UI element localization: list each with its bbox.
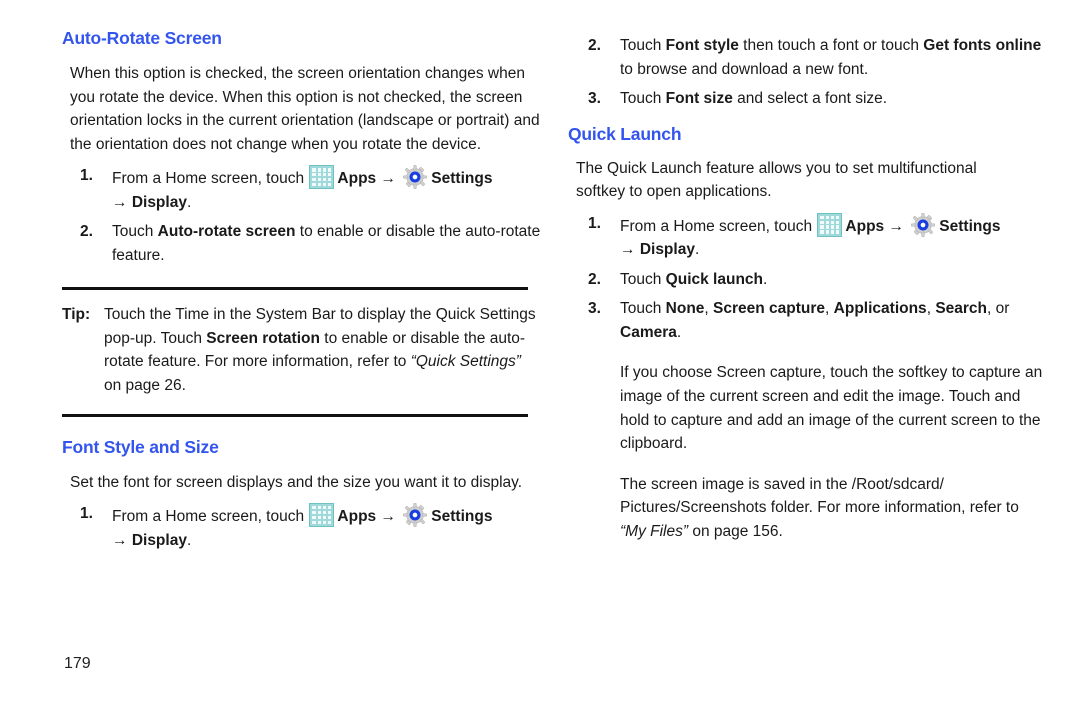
tip-rule-top [62,287,528,291]
para2-post: on page 156. [688,522,783,540]
list-font-style-steps-continued: 2. Touch Font style then touch a font or… [568,34,1048,111]
arrow-icon: → [620,241,636,259]
font-style-label: Font style [665,37,739,54]
font-size-label: Font size [665,90,733,108]
list-marker: 1. [80,505,93,523]
settings-gear-icon[interactable] [910,212,936,238]
sep-5: . [676,323,682,341]
arrow-icon: → [376,170,401,188]
step-text-3: to browse and download a new font. [620,60,869,78]
list-marker: 1. [588,214,601,232]
option-none: None [665,300,705,318]
display-label: Display [131,193,187,211]
arrow-icon: → [112,531,128,549]
list-item: 2. Touch Font style then touch a font or… [568,34,1048,81]
sep-1: , [704,300,714,318]
step-text-2: . [763,270,768,288]
step-text-2: and select a font size. [732,90,888,108]
tip-label: Tip: [62,306,91,324]
paragraph-font-style-intro: Set the font for screen displays and the… [70,473,523,491]
list-quick-launch-steps: 1. From a Home screen, touch Apps → Sett… [568,212,1048,345]
arrow-icon: → [376,508,401,526]
my-files-reference: “My Files” [620,522,689,540]
page-number: 179 [64,655,91,672]
screen-rotation-label: Screen rotation [206,329,320,347]
paragraph-screenshot-location: The screen image is saved in the /Root/s… [620,473,1048,544]
sep-2: , [825,300,834,318]
right-column: 2. Touch Font style then touch a font or… [568,0,1048,543]
heading-font-style-and-size: Font Style and Size [62,436,219,457]
apps-grid-icon[interactable] [817,212,843,237]
list-marker: 2. [80,223,93,241]
tip-rule-bottom [62,413,528,417]
display-label: Display [639,241,695,259]
option-camera: Camera [620,323,677,341]
tip-block: Tip: Touch the Time in the System Bar to… [62,303,542,397]
settings-label: Settings [431,170,493,188]
apps-label: Apps [845,217,885,235]
apps-grid-icon[interactable] [309,503,335,528]
list-marker: 1. [80,167,93,185]
list-auto-rotate-steps: 1. From a Home screen, touch Apps → Sett… [62,164,542,267]
sep-4: , or [987,300,1010,318]
arrow-icon: → [112,193,128,211]
quick-settings-reference: “Quick Settings” [410,353,521,371]
manual-page: Auto-Rotate Screen When this option is c… [0,0,1080,720]
paragraph-quick-launch-intro: The Quick Launch feature allows you to s… [576,159,977,201]
display-label: Display [131,531,187,549]
settings-gear-icon[interactable] [402,164,428,190]
step-text-pre: Touch [112,223,158,241]
para2-pre: The screen image is saved in the /Root/s… [620,475,1019,517]
period: . [694,241,700,259]
settings-label: Settings [939,217,1001,235]
left-column: Auto-Rotate Screen When this option is c… [62,0,542,554]
list-marker: 2. [588,270,601,288]
option-screen-capture: Screen capture [713,300,826,318]
get-fonts-online-label: Get fonts online [923,37,1042,54]
paragraph-auto-rotate-intro: When this option is checked, the screen … [70,65,540,153]
list-item: 3. Touch None, Screen capture, Applicati… [568,297,1048,344]
step-text-1: Touch [620,37,666,54]
list-marker: 3. [588,300,601,318]
step-text: From a Home screen, touch [112,508,309,526]
list-item: 1. From a Home screen, touch Apps → Sett… [568,212,1048,262]
auto-rotate-screen-label: Auto-rotate screen [157,223,296,241]
list-item: 1. From a Home screen, touch Apps → Sett… [62,164,542,214]
step-text: From a Home screen, touch [112,170,309,188]
arrow-icon: → [884,217,909,235]
heading-quick-launch: Quick Launch [568,123,682,144]
list-item: 2. Touch Auto-rotate screen to enable or… [62,220,542,267]
period: . [186,531,192,549]
list-marker: 2. [588,37,601,54]
heading-auto-rotate-screen: Auto-Rotate Screen [62,28,222,48]
list-item: 1. From a Home screen, touch Apps → Sett… [62,502,542,552]
paragraph-screen-capture: If you choose Screen capture, touch the … [620,364,1043,453]
step-text-1: Touch [620,270,666,288]
settings-label: Settings [431,508,493,526]
tip-part-3: on page 26. [104,377,186,395]
quick-launch-label: Quick launch [665,270,764,288]
apps-grid-icon[interactable] [309,165,335,190]
settings-gear-icon[interactable] [402,502,428,528]
step-text-1: Touch [620,90,666,108]
step-text-2: then touch a font or touch [738,37,924,54]
list-font-style-steps: 1. From a Home screen, touch Apps → Sett… [62,502,542,552]
list-item: 3. Touch Font size and select a font siz… [568,87,1048,111]
period: . [186,193,192,211]
list-marker: 3. [588,90,601,108]
apps-label: Apps [337,170,377,188]
option-search: Search [935,300,988,318]
step-text-1: Touch [620,300,666,318]
list-item: 2. Touch Quick launch. [568,268,1048,292]
apps-label: Apps [337,508,377,526]
option-applications: Applications [833,300,927,318]
step-text: From a Home screen, touch [620,217,817,235]
